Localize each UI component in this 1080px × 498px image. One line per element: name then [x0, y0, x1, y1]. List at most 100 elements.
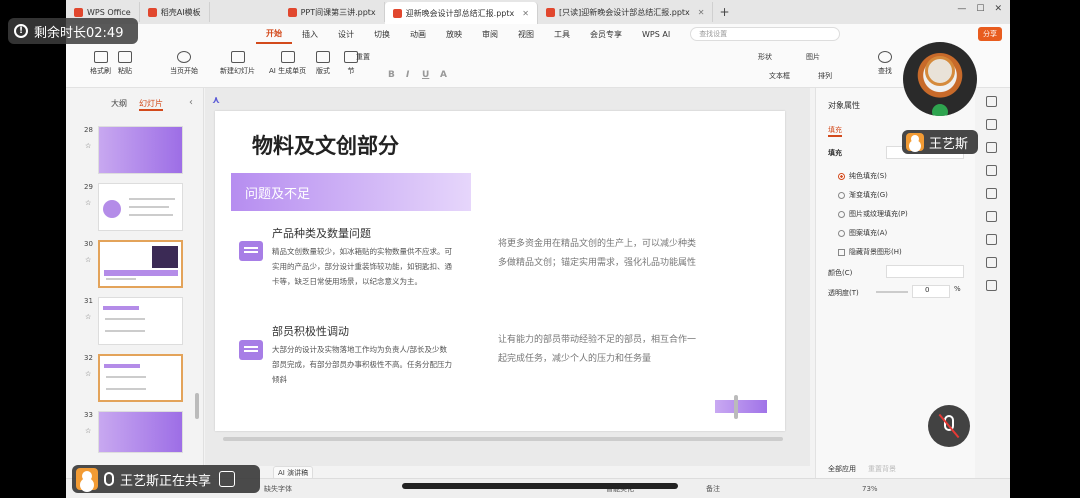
apply-all-button[interactable]: 全部应用: [828, 464, 856, 474]
find-button[interactable]: 查找: [878, 51, 892, 76]
fill-section-header[interactable]: 填充: [828, 148, 842, 158]
menu-animation[interactable]: 动画: [400, 24, 436, 44]
stop-share-icon[interactable]: [219, 471, 236, 487]
tab-outline[interactable]: 大纲: [111, 98, 127, 111]
screen-sharing-banner[interactable]: 王艺斯正在共享: [72, 465, 260, 493]
tab-template[interactable]: 稻壳AI模板: [140, 2, 210, 22]
maximize-icon[interactable]: ☐: [976, 4, 984, 14]
help-icon[interactable]: [985, 211, 997, 222]
comment-icon[interactable]: [985, 280, 997, 291]
wps-logo-icon: [74, 7, 83, 17]
minimize-icon[interactable]: —: [957, 4, 966, 14]
menu-bar: 开始 插入 设计 切换 动画 放映 审阅 视图 工具 会员专享 WPS AI 查…: [66, 24, 1010, 44]
reset-button[interactable]: 重置: [356, 52, 370, 62]
menu-design[interactable]: 设计: [328, 24, 364, 44]
share-button[interactable]: 分享: [978, 27, 1002, 41]
star-icon[interactable]: ☆: [85, 370, 91, 378]
wps-window: WPS Office 稻壳AI模板 PPT间课第三讲.pptx 迎新晚会设计部总…: [66, 0, 1010, 498]
font-color-icon[interactable]: A: [440, 70, 447, 80]
underline-icon[interactable]: U: [422, 70, 429, 80]
slide-thumbnail: [98, 183, 183, 231]
arrange-button[interactable]: 排列: [818, 71, 832, 81]
section-2-title[interactable]: 部员积极性调动: [272, 323, 349, 339]
section-1-title[interactable]: 产品种类及数量问题: [272, 225, 371, 241]
star-icon[interactable]: ☆: [85, 199, 91, 207]
close-window-icon[interactable]: ✕: [994, 4, 1002, 14]
slide-title[interactable]: 物料及文创部分: [252, 130, 399, 160]
current-slide[interactable]: 物料及文创部分 问题及不足 产品种类及数量问题 精品文创数量较少，如冰箱贴的实物…: [215, 111, 785, 431]
shape-button[interactable]: 形状: [758, 52, 772, 62]
textbox-button[interactable]: 文本框: [769, 71, 790, 81]
home-indicator[interactable]: [402, 483, 678, 489]
star-icon[interactable]: [985, 257, 997, 268]
mute-microphone-button[interactable]: [928, 405, 970, 447]
reset-background-button[interactable]: 重置背景: [868, 464, 896, 474]
slide-thumbnail: [98, 354, 183, 402]
section-2-body[interactable]: 大部分的设计及实物落地工作均为负责人/部长及少数部员完成，有部分部员办事积极性不…: [272, 342, 452, 387]
section-1-solution[interactable]: 将更多资金用在精品文创的生产上，可以减少种类多做精品文创；锚定实用需求，强化礼品…: [498, 235, 698, 273]
properties-icon[interactable]: [985, 96, 997, 107]
notes-button[interactable]: 备注: [706, 484, 720, 494]
color-dropdown[interactable]: [886, 265, 964, 278]
paste-button[interactable]: 粘贴: [118, 51, 132, 76]
panel-footer: 全部应用 重置背景: [828, 464, 896, 474]
tab-doc-2[interactable]: 迎新晚会设计部总结汇报.pptx ✕: [384, 2, 538, 24]
pattern-fill-option[interactable]: 图案填充(A): [838, 228, 887, 238]
menu-home[interactable]: 开始: [256, 24, 292, 44]
slides-scrollbar[interactable]: [195, 393, 199, 419]
star-icon[interactable]: ☆: [85, 313, 91, 321]
menu-review[interactable]: 审阅: [472, 24, 508, 44]
transparency-input[interactable]: 0: [912, 285, 950, 298]
ai-logo-icon[interactable]: ⋏: [212, 95, 220, 106]
hide-background-checkbox[interactable]: 隐藏背景图形(H): [838, 247, 902, 257]
gradient-fill-option[interactable]: 渐变填充(G): [838, 190, 888, 200]
play-from-current-button[interactable]: 当页开始: [170, 51, 198, 76]
picture-fill-option[interactable]: 图片或纹理填充(P): [838, 209, 908, 219]
tab-doc-3[interactable]: [只读]迎新晚会设计部总结汇报.pptx ✕: [538, 2, 714, 22]
ai-single-page-button[interactable]: AI 生成单页: [269, 51, 306, 76]
menu-insert[interactable]: 插入: [292, 24, 328, 44]
close-tab-icon[interactable]: ✕: [522, 9, 529, 18]
slides-panel: 大纲 幻灯片 ‹ 28 ☆ 29 ☆ 30 ☆ 31 ☆ 32 ☆ 33 ☆: [66, 88, 204, 466]
menu-slideshow[interactable]: 放映: [436, 24, 472, 44]
zoom-level[interactable]: 73%: [862, 485, 878, 493]
gift-icon[interactable]: [985, 234, 997, 245]
transparency-slider[interactable]: [876, 291, 908, 293]
star-icon[interactable]: ☆: [85, 427, 91, 435]
menu-wps-ai[interactable]: WPS AI: [632, 24, 680, 44]
collapse-panel-icon[interactable]: ‹: [189, 97, 193, 108]
star-icon[interactable]: ☆: [85, 256, 91, 264]
bold-icon[interactable]: B: [388, 70, 395, 80]
star-icon[interactable]: ☆: [85, 142, 91, 150]
search-input[interactable]: 查找设置: [690, 27, 841, 41]
vertical-scrollbar[interactable]: [734, 395, 738, 419]
solid-fill-option[interactable]: 纯色填充(S): [838, 171, 887, 181]
close-tab-icon[interactable]: ✕: [698, 8, 705, 17]
picture-button[interactable]: 图片: [806, 52, 820, 62]
new-slide-button[interactable]: 新建幻灯片: [220, 51, 255, 76]
participant-video[interactable]: [903, 42, 977, 116]
new-tab-icon[interactable]: +: [719, 5, 729, 19]
tab-fill[interactable]: 填充: [828, 125, 842, 137]
section-2-solution[interactable]: 让有能力的部员带动经验不足的部员，相互合作一起完成任务，减少个人的压力和任务量: [498, 331, 698, 369]
missing-font-indicator[interactable]: 缺失字体: [264, 484, 292, 494]
animation-icon[interactable]: [985, 142, 997, 153]
italic-icon[interactable]: I: [406, 70, 409, 80]
book-icon[interactable]: [985, 188, 997, 199]
layout-icon: [316, 51, 330, 63]
tab-doc-1[interactable]: PPT间课第三讲.pptx: [280, 2, 385, 22]
tab-slides[interactable]: 幻灯片: [139, 98, 163, 111]
side-toolbar: [978, 96, 1004, 291]
style-icon[interactable]: [985, 119, 997, 130]
menu-member[interactable]: 会员专享: [580, 24, 632, 44]
section-1-body[interactable]: 精品文创数量较少，如冰箱贴的实物数量供不应求。可实用的产品少，部分设计重装饰较功…: [272, 244, 452, 289]
section-banner[interactable]: 问题及不足: [231, 173, 471, 211]
slide-thumbnail: [98, 240, 183, 288]
layout-button[interactable]: 版式: [316, 51, 330, 76]
menu-view[interactable]: 视图: [508, 24, 544, 44]
format-painter-button[interactable]: 格式刷: [90, 51, 111, 76]
horizontal-scrollbar[interactable]: [223, 437, 783, 441]
menu-transition[interactable]: 切换: [364, 24, 400, 44]
tools-icon[interactable]: [985, 165, 997, 176]
menu-tools[interactable]: 工具: [544, 24, 580, 44]
